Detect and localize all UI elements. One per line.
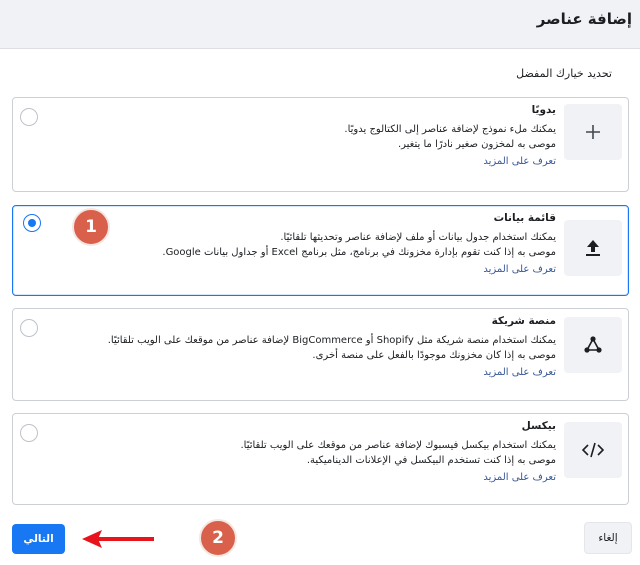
radio-data-feed[interactable] — [23, 214, 41, 232]
learn-more-link[interactable]: تعرف على المزيد — [126, 367, 556, 378]
option-description: يمكنك ملء نموذج لإضافة عناصر إلى الكتالو… — [344, 124, 556, 135]
option-title: قائمة بيانات — [493, 212, 556, 224]
next-button[interactable]: التالي — [12, 524, 65, 554]
code-icon — [582, 442, 604, 458]
radio-partner-platform[interactable] — [20, 319, 38, 337]
option-text: بيكسل يمكنك استخدام بيكسل فيسبوك لإضافة … — [126, 420, 556, 483]
annotation-badge-2: 2 — [199, 519, 237, 557]
option-title: يدويًا — [531, 104, 556, 116]
option-card-partner-platform[interactable]: منصة شريكة يمكنك استخدام منصة شريكة مثل … — [12, 308, 629, 401]
option-text: منصة شريكة يمكنك استخدام منصة شريكة مثل … — [107, 315, 556, 378]
plus-icon — [586, 125, 600, 139]
partner-network-icon — [584, 336, 602, 353]
radio-manual[interactable] — [20, 108, 38, 126]
learn-more-link[interactable]: تعرف على المزيد — [126, 156, 556, 167]
option-description: يمكنك استخدام منصة شريكة مثل Shopify أو … — [107, 335, 556, 346]
option-recommendation: موصى به إذا كان مخزونك موجودًا بالفعل عل… — [312, 350, 556, 361]
upload-icon — [586, 240, 600, 256]
option-text: قائمة بيانات يمكنك استخدام جدول بيانات أ… — [126, 212, 556, 275]
radio-pixel[interactable] — [20, 424, 38, 442]
option-recommendation: موصى به إذا كنت تقوم بإدارة مخزونك في بر… — [162, 247, 556, 258]
option-recommendation: موصى به لمخزون صغير نادرًا ما يتغير. — [397, 139, 556, 150]
option-description: يمكنك استخدام بيكسل فيسبوك لإضافة عناصر … — [240, 440, 556, 451]
option-recommendation: موصى به إذا كنت تستخدم البيكسل في الإعلا… — [306, 455, 556, 466]
learn-more-link[interactable]: تعرف على المزيد — [126, 472, 556, 483]
learn-more-link[interactable]: تعرف على المزيد — [126, 264, 556, 275]
dialog-header: إضافة عناصر — [0, 0, 640, 48]
option-title: بيكسل — [521, 420, 556, 432]
annotation-badge-1: 1 — [72, 208, 110, 246]
annotation-arrow-icon — [82, 530, 154, 548]
option-card-pixel[interactable]: بيكسل يمكنك استخدام بيكسل فيسبوك لإضافة … — [12, 413, 629, 505]
option-icon-box — [564, 422, 622, 478]
option-icon-box — [564, 220, 622, 276]
cancel-button[interactable]: إلغاء — [584, 522, 632, 554]
option-title: منصة شريكة — [491, 315, 556, 327]
option-icon-box — [564, 317, 622, 373]
dialog-title: إضافة عناصر — [536, 10, 632, 28]
option-icon-box — [564, 104, 622, 160]
section-title: تحديد خيارك المفضل — [516, 67, 612, 80]
option-card-manual[interactable]: يدويًا يمكنك ملء نموذج لإضافة عناصر إلى … — [12, 97, 629, 192]
option-description: يمكنك استخدام جدول بيانات أو ملف لإضافة … — [280, 232, 556, 243]
option-text: يدويًا يمكنك ملء نموذج لإضافة عناصر إلى … — [126, 104, 556, 167]
